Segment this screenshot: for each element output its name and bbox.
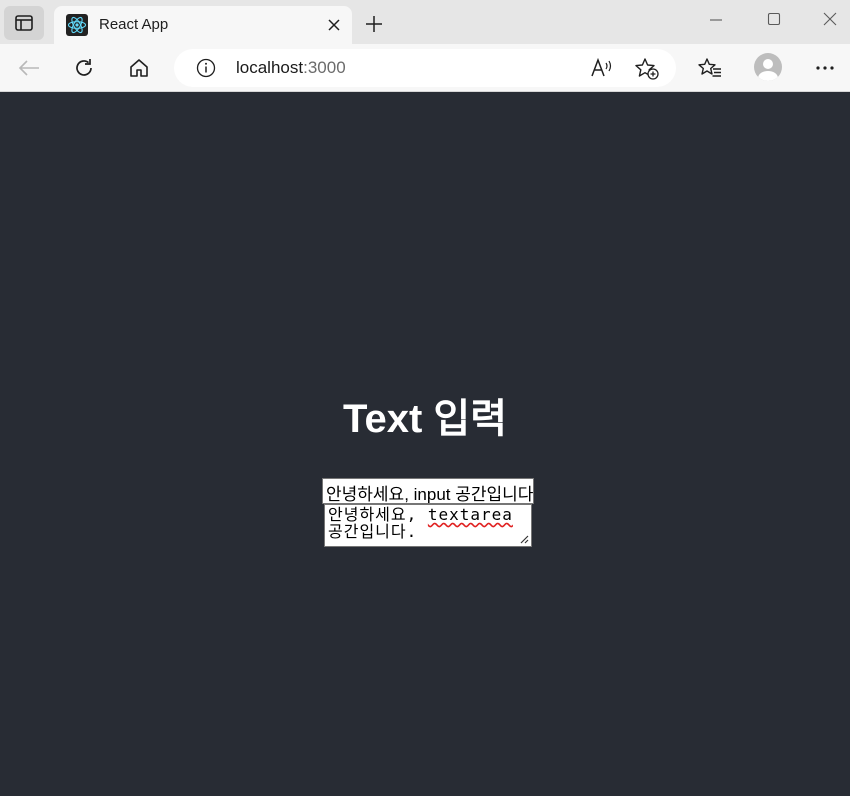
refresh-icon [76, 59, 92, 76]
back-arrow-icon [18, 60, 39, 76]
maximize-button[interactable] [762, 8, 786, 30]
plus-icon [366, 16, 382, 32]
tab-actions-button[interactable] [4, 6, 44, 40]
minimize-icon [710, 19, 722, 21]
maximize-icon [767, 12, 781, 26]
page-title: Text 입력 [343, 397, 507, 441]
textarea-line-2: 공간입니다. [328, 522, 418, 541]
text-area[interactable]: 안녕하세요, textarea 공간입니다. [324, 504, 532, 547]
user-icon [758, 59, 778, 81]
refresh-button[interactable] [70, 54, 98, 82]
site-info-icon[interactable] [196, 58, 216, 83]
close-icon [823, 12, 837, 26]
address-bar[interactable]: localhost:3000 [174, 49, 676, 87]
text-input[interactable]: 안녕하세요, input 공간입니다. [322, 478, 534, 504]
page-content: Text 입력 안녕하세요, input 공간입니다. 안녕하세요, texta… [0, 93, 850, 796]
textarea-line-1: 안녕하세요, textarea [328, 506, 528, 523]
home-button[interactable] [125, 54, 153, 82]
favorites-button[interactable] [696, 54, 724, 82]
profile-avatar[interactable] [754, 53, 782, 81]
favorites-icon [698, 58, 721, 77]
tab-actions-icon [15, 15, 33, 31]
minimize-button[interactable] [704, 8, 728, 30]
url-text: localhost:3000 [236, 58, 346, 78]
tab-title: React App [99, 16, 169, 33]
url-host: localhost [236, 58, 304, 77]
close-window-button[interactable] [818, 8, 842, 30]
close-tab-icon[interactable] [324, 15, 344, 35]
browser-tab[interactable]: React App [54, 6, 352, 44]
home-icon [130, 59, 148, 77]
back-button[interactable] [15, 54, 43, 82]
read-aloud-icon[interactable] [590, 57, 614, 84]
new-tab-button[interactable] [362, 12, 386, 36]
spellcheck-word: textarea [427, 505, 513, 524]
more-options-button[interactable] [811, 54, 839, 82]
browser-toolbar: localhost:3000 [0, 44, 850, 92]
url-port: :3000 [303, 58, 346, 77]
resize-handle-icon[interactable] [520, 535, 529, 544]
more-icon [816, 66, 834, 70]
react-logo-icon [66, 14, 88, 36]
add-favorite-icon[interactable] [634, 57, 660, 86]
browser-tab-strip: React App [0, 0, 850, 44]
